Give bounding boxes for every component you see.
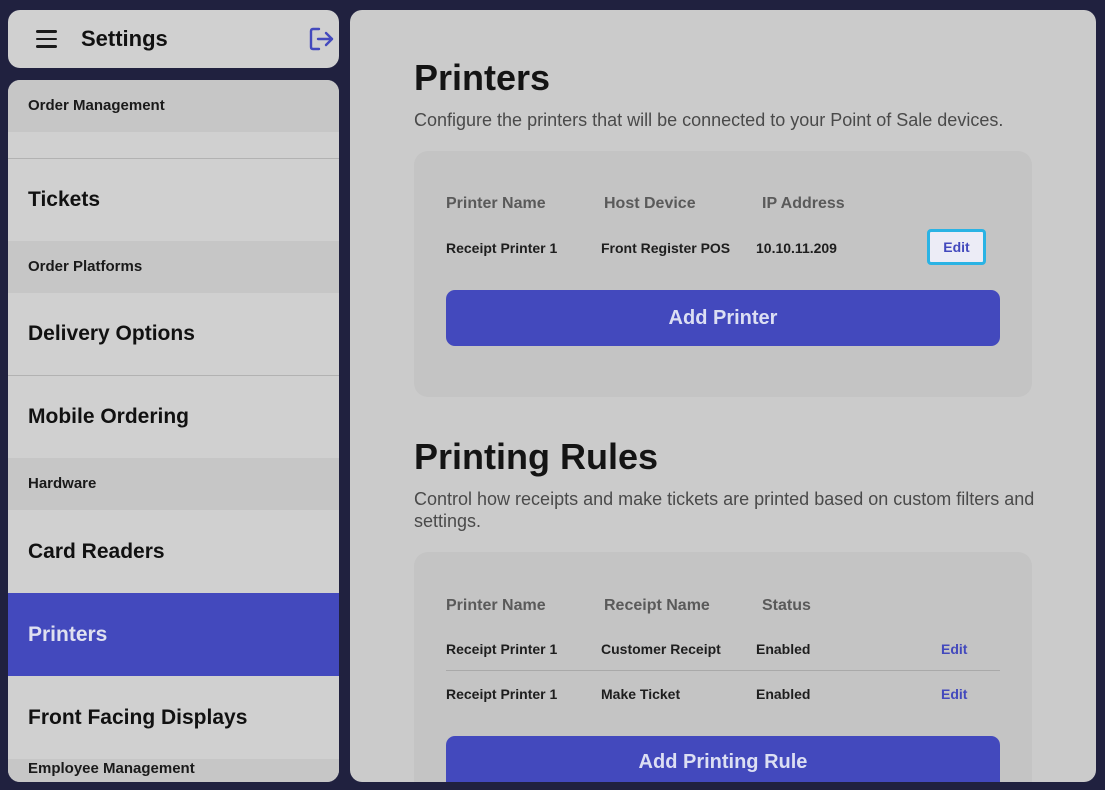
sidebar-header: Settings [8,10,339,68]
ip-address-cell: 10.10.11.209 [756,240,837,256]
rule-status-cell: Enabled [756,686,811,702]
sidebar-section-order-platforms: Order Platforms [8,241,339,293]
sidebar-nav: Order Management Tickets Order Platforms… [8,80,339,782]
rule-receipt-cell: Customer Receipt [601,641,721,657]
sidebar-item-mobile-ordering[interactable]: Mobile Ordering [8,376,339,458]
column-header-ip-address: IP Address [762,195,845,212]
column-header-printer-name: Printer Name [446,195,546,212]
rule-printer-cell: Receipt Printer 1 [446,686,558,702]
sidebar-item-card-readers[interactable]: Card Readers [8,510,339,593]
add-printing-rule-button[interactable]: Add Printing Rule [446,736,1000,782]
column-header-printer-name: Printer Name [446,597,546,614]
hamburger-menu-icon[interactable] [36,30,57,48]
printing-rules-title: Printing Rules [414,436,659,477]
logout-icon[interactable] [309,27,335,51]
sidebar-item-delivery-options[interactable]: Delivery Options [8,293,339,375]
sidebar-section-hardware: Hardware [8,458,339,510]
printing-rules-description: Control how receipts and make tickets ar… [414,489,1035,531]
column-header-receipt-name: Receipt Name [604,597,710,614]
sidebar-item-front-facing-displays[interactable]: Front Facing Displays [8,676,339,759]
edit-rule-button[interactable]: Edit [941,641,967,657]
edit-rule-button[interactable]: Edit [941,686,967,702]
printer-name-cell: Receipt Printer 1 [446,240,558,256]
main-content[interactable]: Printers Configure the printers that wil… [350,10,1096,782]
printers-title: Printers [414,57,551,98]
printers-description: Configure the printers that will be conn… [414,110,1004,130]
sidebar-section-order-management: Order Management [8,80,339,132]
column-header-status: Status [762,597,811,614]
sidebar-item-tickets[interactable]: Tickets [8,159,339,241]
column-header-host-device: Host Device [604,195,696,212]
printing-rules-card: Printer Name Receipt Name Status Receipt… [414,552,1032,782]
sidebar-section-employee-management: Employee Management [8,759,339,782]
table-row-divider [446,670,1000,671]
rule-receipt-cell: Make Ticket [601,686,681,702]
edit-printer-button[interactable]: Edit [927,229,986,265]
sidebar-title: Settings [81,26,168,51]
host-device-cell: Front Register POS [601,240,731,256]
sidebar-item-printers[interactable]: Printers [8,593,339,676]
rule-printer-cell: Receipt Printer 1 [446,641,558,657]
add-printer-button[interactable]: Add Printer [446,290,1000,346]
printers-card: Printer Name Host Device IP Address Rece… [414,151,1032,397]
rule-status-cell: Enabled [756,641,811,657]
